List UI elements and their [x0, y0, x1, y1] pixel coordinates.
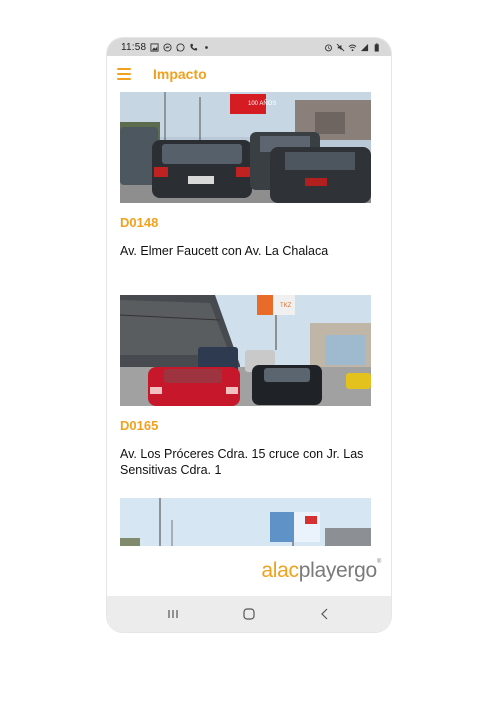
system-nav-bar [107, 596, 391, 632]
home-button[interactable] [234, 602, 264, 626]
phone-screen: 11:58 Impacto 100 AÑOS D0148 Av. Elmer F… [107, 38, 391, 632]
billboard-1-text: 100 AÑOS [248, 100, 276, 107]
wifi-icon [348, 44, 357, 51]
brand-part-1: alac [261, 559, 299, 582]
gallery-icon [150, 42, 159, 52]
alarm-icon [325, 44, 332, 51]
app-title: Impacto [153, 66, 207, 82]
messenger-icon [163, 42, 172, 52]
brand-mark: ® [376, 559, 381, 565]
listing-photo[interactable]: TKZ [120, 295, 371, 406]
home-icon [243, 608, 255, 620]
billboard-2-text: TKZ [280, 303, 292, 309]
status-bar: 11:58 [107, 38, 391, 56]
recents-icon [168, 610, 178, 618]
listing-code: D0165 [120, 418, 159, 433]
whatsapp-icon [176, 42, 185, 52]
listing-card[interactable]: 100 AÑOS D0148 Av. Elmer Faucett con Av.… [120, 92, 371, 259]
phone-icon [190, 43, 198, 50]
listing-photo[interactable]: 100 AÑOS [120, 92, 371, 203]
back-icon [321, 608, 328, 620]
hamburger-menu-icon[interactable] [117, 68, 131, 80]
signal-icon [360, 43, 369, 51]
recents-button[interactable] [158, 602, 188, 626]
battery-icon [374, 42, 379, 52]
app-bar: Impacto [107, 56, 391, 92]
listing-card[interactable] [120, 498, 371, 546]
listing-address: Av. Elmer Faucett con Av. La Chalaca [120, 244, 329, 258]
listing-photo[interactable] [120, 498, 371, 546]
status-time: 11:58 [121, 41, 147, 53]
brand-logo: alacplayergo® [261, 559, 381, 583]
brand-strip: alacplayergo® [107, 546, 391, 596]
listing-address: Av. Los Próceres Cdra. 15 cruce con Jr. … [120, 447, 364, 477]
listing-list[interactable]: 100 AÑOS D0148 Av. Elmer Faucett con Av.… [107, 92, 391, 546]
mute-icon [336, 43, 345, 51]
brand-part-2: playergo [298, 559, 377, 582]
listing-card[interactable]: TKZ D0165 Av. Los Próceres Cdra. 15 cruc… [120, 295, 371, 478]
back-button[interactable] [310, 602, 340, 626]
dot-icon [205, 45, 209, 49]
listing-code: D0148 [120, 215, 159, 230]
